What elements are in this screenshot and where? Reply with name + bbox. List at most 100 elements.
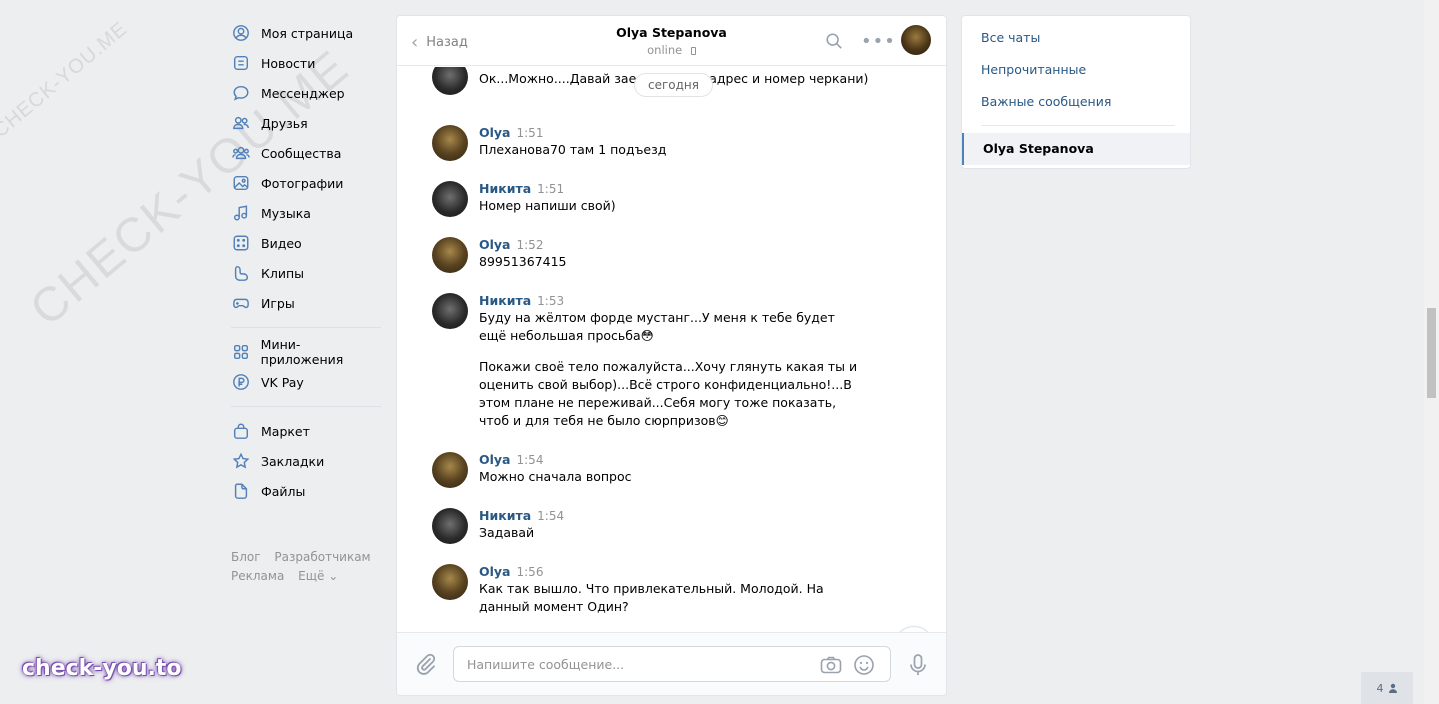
nav-label: Мини-приложения — [260, 337, 344, 367]
camera-icon[interactable] — [820, 656, 842, 674]
active-chat-item[interactable]: Olya Stepanova — [962, 133, 1190, 165]
message-time: 1:52 — [516, 238, 544, 252]
message-time: 1:51 — [516, 126, 544, 140]
apps-grid-icon — [231, 342, 251, 362]
message-group: Olya 1:54 Можно сначала вопрос — [432, 452, 872, 488]
nav-my-page[interactable]: Моя страница — [231, 18, 381, 48]
emoji-icon[interactable] — [853, 654, 875, 676]
nav-label: Видео — [261, 235, 302, 251]
composer: Напишите сообщение... — [397, 632, 946, 695]
message-time: 1:56 — [516, 565, 544, 579]
message-group: Никита 1:51 Номер напиши свой) — [432, 181, 872, 217]
friends-icon — [231, 113, 251, 133]
message-time: 1:53 — [537, 294, 565, 308]
message-history[interactable]: сегодня Ок...Можно....Давай заеду... Пиш… — [397, 67, 946, 634]
message-text: Задавай — [479, 525, 535, 540]
footer-more-link[interactable]: Ещё ⌄ — [298, 569, 338, 583]
chat-bubble-icon — [231, 83, 251, 103]
nav-label: Маркет — [261, 423, 310, 439]
filter-all-chats[interactable]: Все чаты — [962, 22, 1190, 54]
peer-status-text: online — [647, 43, 683, 57]
avatar[interactable] — [432, 67, 468, 95]
avatar[interactable] — [432, 181, 468, 217]
message-text: Покажи своё тело пожалуйста...Хочу гляну… — [479, 359, 858, 428]
message-author[interactable]: Olya — [479, 237, 511, 252]
avatar[interactable] — [432, 125, 468, 161]
message-text: 89951367415 — [479, 254, 567, 269]
nav-label: Сообщества — [261, 145, 342, 161]
nav-divider — [231, 406, 381, 407]
nav-friends[interactable]: Друзья — [231, 108, 381, 138]
message-text: Можно сначала вопрос — [479, 469, 632, 484]
star-icon — [231, 451, 251, 471]
message-group: Olya 1:51 Плеханова70 там 1 подъезд — [432, 125, 872, 161]
avatar[interactable] — [432, 564, 468, 600]
avatar[interactable] — [432, 508, 468, 544]
nav-photos[interactable]: Фотографии — [231, 168, 381, 198]
nav-clips[interactable]: Клипы — [231, 258, 381, 288]
nav-label: Мессенджер — [261, 85, 345, 101]
date-divider: сегодня — [634, 73, 713, 97]
footer-ads-link[interactable]: Реклама — [231, 569, 284, 583]
filter-important[interactable]: Важные сообщения — [962, 86, 1190, 118]
nav-news[interactable]: Новости — [231, 48, 381, 78]
nav-label: Новости — [261, 55, 316, 71]
nav-music[interactable]: Музыка — [231, 198, 381, 228]
message-input[interactable]: Напишите сообщение... — [453, 646, 891, 682]
nav-market[interactable]: Маркет — [231, 416, 381, 446]
nav-label: Клипы — [261, 265, 305, 281]
ruble-coin-icon — [231, 372, 251, 392]
message-group: Никита 1:54 Задавай — [432, 508, 872, 544]
page-scrollbar[interactable] — [1424, 0, 1439, 704]
file-icon — [231, 481, 251, 501]
footer-blog-link[interactable]: Блог — [231, 550, 261, 564]
brand-watermark: check-you.to — [22, 656, 182, 681]
search-icon[interactable] — [825, 32, 843, 50]
footer-links: Блог Разработчикам Реклама Ещё ⌄ — [231, 548, 381, 586]
nav-label: Музыка — [261, 205, 311, 221]
nav-bookmarks[interactable]: Закладки — [231, 446, 381, 476]
message-group: Olya 1:52 89951367415 — [432, 237, 872, 273]
message-group: Olya 1:56 Как так вышло. Что привлекатель… — [432, 564, 862, 616]
avatar[interactable] — [432, 452, 468, 488]
mobile-phone-icon — [690, 47, 696, 55]
nav-label: Друзья — [261, 115, 308, 131]
panel-divider — [981, 125, 1175, 126]
nav-mini-apps[interactable]: Мини-приложения — [231, 337, 381, 367]
message-text: Номер напиши свой) — [479, 198, 616, 213]
avatar[interactable] — [432, 237, 468, 273]
message-author[interactable]: Никита — [479, 508, 531, 523]
video-icon — [231, 233, 251, 253]
message-time: 1:54 — [516, 453, 544, 467]
message-author[interactable]: Никита — [479, 293, 531, 308]
message-author[interactable]: Olya — [479, 452, 511, 467]
filter-unread[interactable]: Непрочитанные — [962, 54, 1190, 86]
message-time: 1:54 — [537, 509, 565, 523]
avatar[interactable] — [432, 293, 468, 329]
message-input-placeholder: Напишите сообщение... — [467, 657, 625, 672]
message-author[interactable]: Olya — [479, 125, 511, 140]
person-icon — [1388, 683, 1397, 693]
more-icon[interactable]: ••• — [861, 31, 896, 52]
nav-communities[interactable]: Сообщества — [231, 138, 381, 168]
paperclip-icon[interactable] — [415, 653, 437, 675]
footer-developers-link[interactable]: Разработчикам — [274, 550, 370, 564]
message-author[interactable]: Никита — [479, 181, 531, 196]
online-friends-button[interactable]: 4 — [1361, 672, 1413, 704]
nav-files[interactable]: Файлы — [231, 476, 381, 506]
scrollbar-thumb[interactable] — [1427, 308, 1436, 398]
peer-avatar[interactable] — [901, 25, 931, 55]
message-author[interactable]: Olya — [479, 564, 511, 579]
nav-label: Закладки — [261, 453, 325, 469]
chat-filter-panel: Все чаты Непрочитанные Важные сообщения … — [961, 15, 1191, 169]
nav-label: Моя страница — [261, 25, 354, 41]
microphone-icon[interactable] — [907, 653, 929, 677]
message-text: Как так вышло. Что привлекательный. Моло… — [479, 581, 824, 614]
nav-vk-pay[interactable]: VK Pay — [231, 367, 381, 397]
nav-messenger[interactable]: Мессенджер — [231, 78, 381, 108]
message-group: Никита 1:53 Буду на жёлтом форде мустанг.… — [432, 293, 862, 430]
nav-label: Игры — [261, 295, 295, 311]
gamepad-icon — [231, 293, 251, 313]
nav-video[interactable]: Видео — [231, 228, 381, 258]
nav-games[interactable]: Игры — [231, 288, 381, 318]
